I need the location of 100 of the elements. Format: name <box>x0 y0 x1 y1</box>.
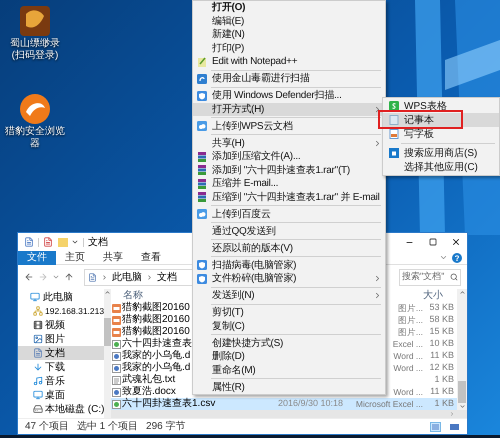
ribbon-tab[interactable]: 主页 <box>56 250 94 264</box>
file-type: Excel ... <box>392 338 423 350</box>
shield-icon <box>197 260 207 270</box>
file-size: 11 KB <box>430 349 454 362</box>
file-size: 58 KB <box>429 313 454 326</box>
menu-item[interactable]: 共享(H) <box>193 136 385 150</box>
desktop-icon-label[interactable]: 蜀山缥缈录(扫码登录) <box>4 38 66 62</box>
ribbon-tab[interactable]: 共享 <box>94 250 132 264</box>
scrollbar[interactable] <box>457 289 467 410</box>
checklist-icon[interactable] <box>43 237 53 247</box>
menu-item[interactable]: 创建快捷方式(S) <box>193 336 385 350</box>
column-header[interactable]: 名称 <box>123 288 143 303</box>
file-size: 10 KB <box>429 337 454 350</box>
scroll-down-icon[interactable] <box>458 403 466 410</box>
menu-item[interactable]: 还原以前的版本(V) <box>193 242 385 255</box>
spreadsheet-app-icon <box>389 101 399 111</box>
nav-item[interactable]: 此电脑 <box>18 290 104 304</box>
recent-dropdown-icon[interactable] <box>52 273 60 281</box>
menu-item[interactable]: 使用 Windows Defender扫描... <box>193 89 385 102</box>
scroll-up-icon[interactable] <box>104 289 112 296</box>
menu-item[interactable]: 重命名(M) <box>193 364 385 377</box>
search-icon <box>450 273 458 281</box>
properties-icon[interactable] <box>24 237 34 247</box>
menu-item[interactable]: 选择其他应用(C) <box>383 160 499 174</box>
file-type: Word ... <box>393 362 423 374</box>
menu-item[interactable]: 属性(R) <box>193 380 385 394</box>
ribbon-tab[interactable]: 文件 <box>18 250 56 264</box>
menu-item[interactable]: 压缩并 E-mail... <box>193 177 385 190</box>
maximize-icon <box>428 238 436 246</box>
menu-item[interactable]: 添加到 "六十四卦速查表1.rar"(T) <box>193 164 385 177</box>
menu-item[interactable]: 新建(N) <box>193 28 385 42</box>
file-name: 武魂礼包.txt <box>122 374 176 386</box>
breadcrumb-item[interactable]: 此电脑 <box>112 270 142 284</box>
music-icon <box>33 376 43 386</box>
column-header[interactable]: 大小 <box>417 288 443 303</box>
menu-item[interactable]: 扫描病毒(电脑管家) <box>193 258 385 272</box>
word-file-icon <box>112 352 120 360</box>
nav-item[interactable]: 桌面 <box>18 388 104 402</box>
breadcrumb-separator-icon <box>101 274 108 280</box>
nav-item[interactable]: 视频 <box>18 318 104 332</box>
expand-ribbon-icon[interactable] <box>439 253 448 262</box>
menu-item[interactable]: 写字板 <box>383 127 499 141</box>
menu-item[interactable]: 文件粉碎(电脑管家) <box>193 272 385 286</box>
antivirus-icon <box>197 74 207 84</box>
up-icon[interactable] <box>64 272 74 282</box>
tiles-view-icon[interactable] <box>449 422 460 432</box>
menu-item[interactable]: 上传到百度云 <box>193 208 385 221</box>
ribbon-tab[interactable]: 查看 <box>132 250 170 264</box>
picture-icon <box>33 334 43 344</box>
scrollbar[interactable] <box>104 289 112 418</box>
nav-item[interactable]: 图片 <box>18 332 104 346</box>
menu-item[interactable]: 添加到压缩文件(A)... <box>193 150 385 164</box>
menu-item[interactable]: WPS表格 <box>383 99 499 113</box>
breadcrumb-item[interactable]: 文档 <box>157 270 177 284</box>
computer-icon <box>30 292 40 302</box>
menu-item[interactable]: 通过QQ发送到 <box>193 224 385 238</box>
close-icon <box>450 237 460 247</box>
menu-item[interactable]: 剪切(T) <box>193 306 385 320</box>
scroll-thumb[interactable] <box>458 381 466 403</box>
nav-item[interactable]: 音乐 <box>18 374 104 388</box>
menu-item[interactable]: 打开方式(H) <box>193 102 385 116</box>
text-file-icon <box>112 376 120 384</box>
store-icon <box>389 148 399 158</box>
scroll-thumb[interactable] <box>104 318 112 346</box>
file-row[interactable]: 六十四卦速查表1.csv 2016/9/30 10:18 Microsoft Excel ... 1 KB <box>111 398 457 410</box>
nav-item[interactable]: 192.168.31.213 <box>18 304 104 318</box>
status-text: 296 字节 <box>146 420 186 434</box>
menu-item[interactable]: 删除(D) <box>193 350 385 364</box>
menu-item[interactable]: 搜索应用商店(S) <box>383 146 499 160</box>
horizontal-scrollbar[interactable] <box>111 410 467 418</box>
menu-item[interactable]: 复制(C) <box>193 320 385 333</box>
file-type: Word ... <box>393 350 423 362</box>
nav-item[interactable]: 下载 <box>18 360 104 374</box>
menu-item[interactable]: 压缩到 "六十四卦速查表1.rar" 并 E-mail <box>193 190 385 204</box>
file-type: Microsoft Excel ... <box>356 398 423 410</box>
scroll-up-icon[interactable] <box>458 289 466 296</box>
menu-item[interactable]: 打印(P) <box>193 42 385 55</box>
menu-item[interactable]: 编辑(E) <box>193 14 385 28</box>
file-size: 12 KB <box>429 361 454 374</box>
menu-item[interactable]: 上传到WPS云文档 <box>193 120 385 133</box>
search-field[interactable]: 搜索"文档" <box>399 268 461 286</box>
back-icon[interactable] <box>24 272 34 282</box>
menu-item[interactable]: 打开(O) <box>193 1 385 14</box>
help-icon[interactable] <box>452 252 462 262</box>
details-view-icon[interactable] <box>430 422 441 432</box>
cloud-icon <box>197 209 207 220</box>
menu-item[interactable]: Edit with Notepad++ <box>193 55 385 68</box>
file-name: 六十四卦速查表 <box>122 338 192 350</box>
nav-item[interactable]: 本地磁盘 (C:) <box>18 402 104 416</box>
desktop-icon-label[interactable]: 猎豹安全浏览器 <box>4 126 66 150</box>
nav-item[interactable]: 文档 <box>18 346 104 360</box>
menu-item[interactable]: 使用金山毒霸进行扫描 <box>193 72 385 86</box>
file-name: 致夏浩.docx <box>122 386 176 398</box>
file-name: 猎豹截图20160 <box>122 326 190 338</box>
menu-item[interactable]: 发送到(N) <box>193 289 385 302</box>
archive-icon <box>197 165 207 176</box>
file-name: 我家的小乌龟.d <box>122 362 190 374</box>
notepad-icon <box>197 56 207 67</box>
file-type: 图片... <box>398 326 423 338</box>
dropdown-icon[interactable] <box>71 238 79 246</box>
